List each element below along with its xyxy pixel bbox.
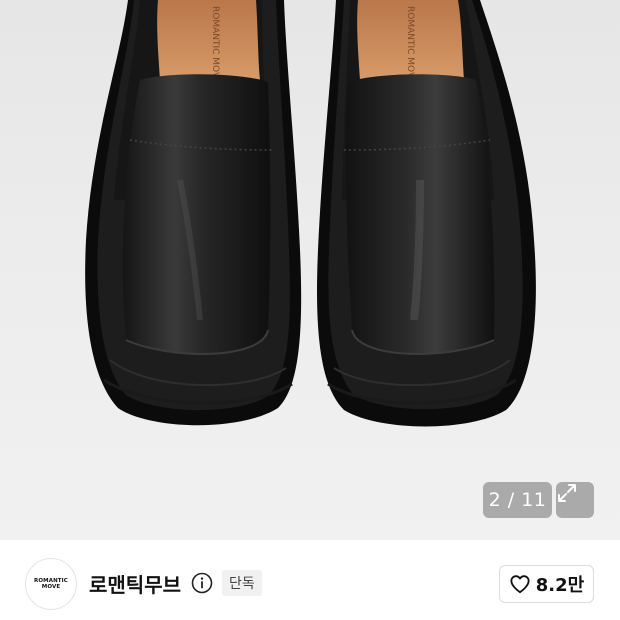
like-button[interactable]: 8.2만 bbox=[499, 565, 594, 603]
info-icon[interactable] bbox=[191, 572, 213, 594]
product-photo-loafers: ROMANTIC MOVE ROMANTIC MOVE bbox=[85, 0, 536, 427]
image-counter: 2 / 11 bbox=[483, 482, 552, 518]
insole-print: ROMANTIC MOVE bbox=[405, 6, 415, 84]
like-count: 8.2만 bbox=[535, 575, 585, 596]
brand-logo[interactable]: ROMANTIC MOVE bbox=[25, 558, 77, 610]
insole-print: ROMANTIC MOVE bbox=[210, 6, 220, 84]
heart-outline-icon bbox=[510, 575, 530, 594]
brand-name-link[interactable]: 로맨틱무브 bbox=[89, 569, 181, 598]
brand-logo-text-line2: MOVE bbox=[41, 584, 61, 590]
expand-arrows-icon bbox=[558, 484, 576, 502]
product-image-gallery[interactable]: ROMANTIC MOVE ROMANTIC MOVE 2 / 11 bbox=[0, 0, 620, 540]
exclusive-badge: 단독 bbox=[222, 570, 262, 596]
expand-image-button[interactable] bbox=[556, 482, 594, 518]
